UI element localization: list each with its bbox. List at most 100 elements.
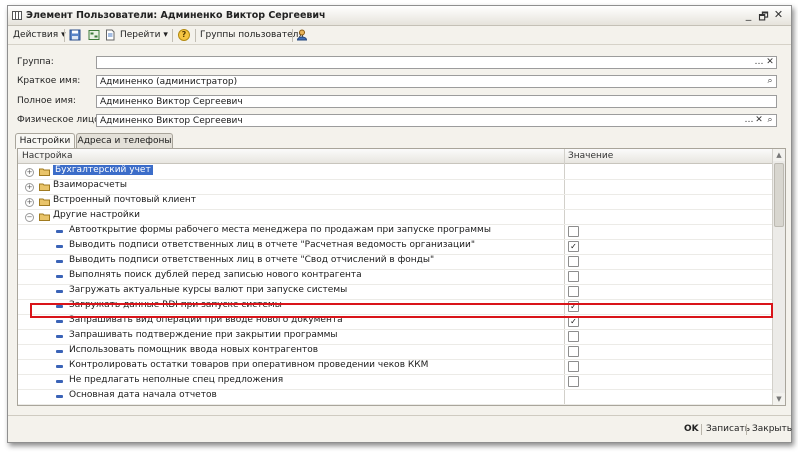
checkbox-unchecked[interactable]	[568, 346, 579, 357]
tree-group-row[interactable]: + Взаиморасчеты	[18, 179, 772, 195]
group-label: Группа:	[17, 57, 54, 67]
short-name-field[interactable]: Админенко (администратор) ⌕	[96, 75, 777, 88]
full-name-field[interactable]: Админенко Виктор Сергеевич	[96, 95, 777, 108]
setting-row[interactable]: Не предлагать неполные спец предложения	[18, 374, 772, 390]
form-icon	[12, 11, 22, 20]
setting-marker-icon	[56, 320, 63, 323]
setting-label: Запрашивать подтверждение при закрытии п…	[69, 330, 338, 340]
setting-row[interactable]: Выводить подписи ответственных лиц в отч…	[18, 254, 772, 270]
grid-header: Настройка Значение	[18, 149, 772, 164]
collapse-icon[interactable]: −	[25, 213, 34, 222]
restore-button[interactable]: 🗗	[757, 8, 770, 27]
close-window-button[interactable]: ✕	[772, 8, 785, 21]
toolbar: Действия ▾ Перейти ▾ ? Группы пользовате…	[8, 26, 791, 45]
setting-row[interactable]: Запрашивать подтверждение при закрытии п…	[18, 329, 772, 345]
folder-icon	[39, 213, 50, 221]
button-separator	[746, 424, 747, 435]
setting-marker-icon	[56, 380, 63, 383]
search-icon[interactable]: ⌕	[765, 115, 775, 126]
setting-marker-icon	[56, 335, 63, 338]
setting-marker-icon	[56, 260, 63, 263]
user-groups-button[interactable]: Группы пользователя	[200, 29, 304, 42]
scroll-up-arrow-icon[interactable]: ▲	[773, 149, 785, 161]
setting-label: Не предлагать неполные спец предложения	[69, 375, 284, 385]
checkbox-unchecked[interactable]	[568, 256, 579, 267]
clear-icon[interactable]: ✕	[765, 57, 775, 68]
setting-label: Использовать помощник ввода новых контра…	[69, 345, 319, 355]
folder-icon	[39, 198, 50, 206]
group-label: Другие настройки	[53, 210, 140, 220]
group-label: Встроенный почтовый клиент	[53, 195, 196, 205]
scroll-down-arrow-icon[interactable]: ▼	[773, 393, 785, 405]
toolbar-separator	[172, 29, 173, 42]
setting-label: Основная дата начала отчетов	[69, 390, 217, 400]
checkbox-unchecked[interactable]	[568, 331, 579, 342]
tree-group-row[interactable]: + Бухгалтерский учет	[18, 164, 772, 180]
clear-icon[interactable]: ✕	[754, 115, 764, 126]
setting-label: Загружать актуальные курсы валют при зап…	[69, 285, 348, 295]
tree-group-row[interactable]: − Другие настройки	[18, 209, 772, 225]
setting-label: Выполнять поиск дублей перед записью нов…	[69, 270, 362, 280]
expand-icon[interactable]: +	[25, 183, 34, 192]
tree-group-row[interactable]: + Встроенный почтовый клиент	[18, 194, 772, 210]
setting-row[interactable]: Выполнять поиск дублей перед записью нов…	[18, 269, 772, 285]
select-button[interactable]: …	[744, 115, 754, 126]
setting-row[interactable]: Загружать актуальные курсы валют при зап…	[18, 284, 772, 300]
checkbox-unchecked[interactable]	[568, 226, 579, 237]
settings-grid: Настройка Значение + Бухгалтерский учет + В…	[17, 148, 786, 406]
highlight-frame	[30, 303, 773, 318]
search-icon[interactable]: ⌕	[765, 76, 775, 87]
person-field[interactable]: Админенко Виктор Сергеевич … ✕ ⌕	[96, 114, 777, 127]
scroll-thumb[interactable]	[774, 163, 784, 227]
title-bar: Элемент Пользователи: Админенко Виктор С…	[8, 6, 791, 26]
checkbox-unchecked[interactable]	[568, 286, 579, 297]
checkbox-checked[interactable]: ✓	[568, 241, 579, 252]
structure-icon[interactable]	[88, 29, 100, 41]
setting-row[interactable]: Контролировать остатки товаров при опера…	[18, 359, 772, 375]
toolbar-separator	[292, 29, 293, 42]
checkbox-unchecked[interactable]	[568, 271, 579, 282]
close-button[interactable]: Закрыть	[752, 424, 792, 434]
help-icon[interactable]: ?	[178, 29, 190, 41]
checkbox-unchecked[interactable]	[568, 361, 579, 372]
setting-marker-icon	[56, 230, 63, 233]
expand-icon[interactable]: +	[25, 198, 34, 207]
setting-row[interactable]: Автооткрытие формы рабочего места менедж…	[18, 224, 772, 240]
expand-icon[interactable]: +	[25, 168, 34, 177]
actions-menu[interactable]: Действия ▾	[13, 29, 66, 42]
short-name-label: Краткое имя:	[17, 76, 81, 86]
setting-row[interactable]: Использовать помощник ввода новых контра…	[18, 344, 772, 360]
setting-marker-icon	[56, 350, 63, 353]
vertical-scrollbar[interactable]: ▲ ▼	[772, 149, 785, 405]
setting-marker-icon	[56, 365, 63, 368]
column-setting[interactable]: Настройка	[22, 151, 73, 161]
toolbar-separator	[64, 29, 65, 42]
setting-marker-icon	[56, 275, 63, 278]
column-value[interactable]: Значение	[568, 151, 613, 161]
setting-row[interactable]: Выводить подписи ответственных лиц в отч…	[18, 239, 772, 255]
person-label: Физическое лицо:	[17, 115, 103, 125]
goto-menu[interactable]: Перейти ▾	[120, 29, 168, 42]
ok-button[interactable]: OK	[684, 424, 699, 434]
setting-marker-icon	[56, 395, 63, 398]
save-button[interactable]: Записать	[706, 424, 750, 434]
tab-settings[interactable]: Настройки	[15, 133, 75, 149]
full-name-value: Админенко Виктор Сергеевич	[100, 97, 243, 107]
setting-label: Автооткрытие формы рабочего места менедж…	[69, 225, 491, 235]
user-icon[interactable]	[296, 29, 308, 41]
group-field[interactable]: … ✕	[96, 56, 777, 69]
setting-label: Выводить подписи ответственных лиц в отч…	[69, 240, 475, 250]
setting-marker-icon	[56, 245, 63, 248]
select-button[interactable]: …	[754, 57, 764, 68]
minimize-button[interactable]: _	[742, 8, 755, 21]
goto-label: Перейти	[120, 30, 161, 40]
setting-row[interactable]: Основная дата начала отчетов	[18, 389, 772, 405]
checkbox-unchecked[interactable]	[568, 376, 579, 387]
group-label: Бухгалтерский учет	[53, 165, 153, 175]
short-name-value: Админенко (администратор)	[100, 77, 238, 87]
setting-marker-icon	[56, 290, 63, 293]
button-bar: OK Записать Закрыть	[8, 415, 792, 442]
save-disk-icon[interactable]	[69, 29, 81, 41]
document-icon[interactable]	[104, 29, 116, 41]
tab-addresses-phones[interactable]: Адреса и телефоны	[76, 133, 173, 148]
